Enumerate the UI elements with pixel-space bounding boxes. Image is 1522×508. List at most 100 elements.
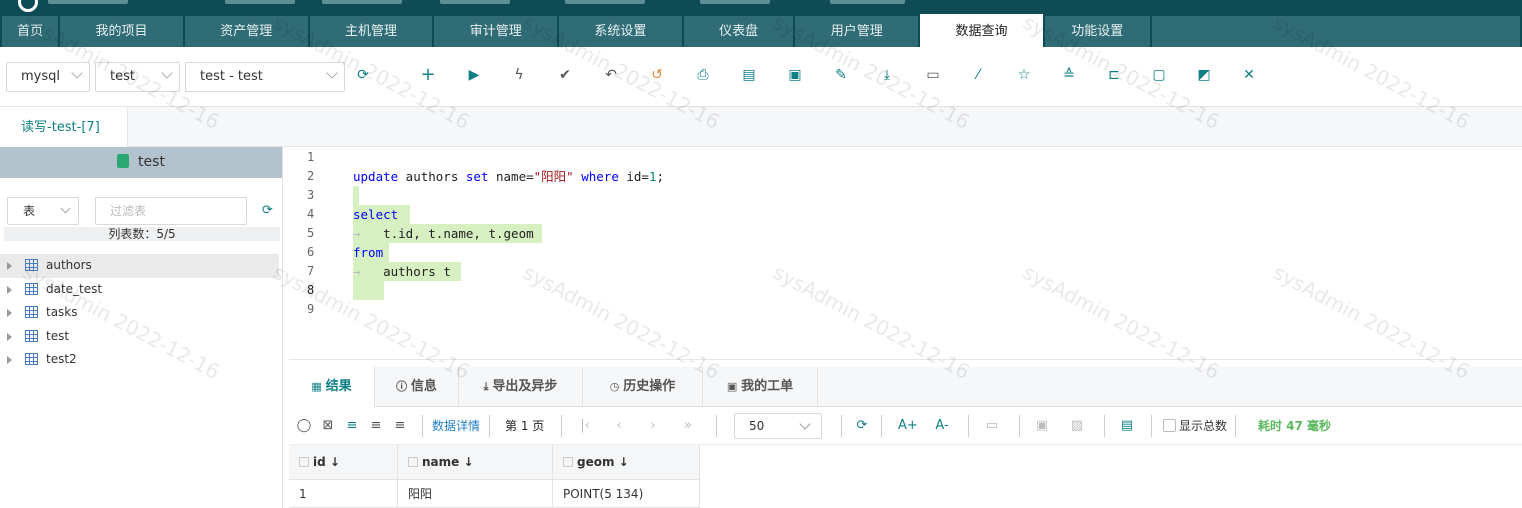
header-menu-item[interactable] <box>440 0 510 4</box>
refresh-icon[interactable]: ⟳ <box>854 418 870 434</box>
tools-icon[interactable]: ✕ <box>1241 67 1257 83</box>
column-header[interactable]: name ↓ <box>398 445 553 480</box>
expand-arrow-icon[interactable] <box>7 285 12 294</box>
image-icon[interactable]: ▭ <box>925 67 941 83</box>
db-type-select[interactable]: mysql <box>6 62 90 92</box>
header-menu-item[interactable] <box>700 0 770 4</box>
keyboard-icon[interactable]: ▭ <box>984 418 1000 434</box>
list-item[interactable]: test2 <box>0 348 283 372</box>
expand-arrow-icon[interactable] <box>7 332 12 341</box>
font-increase-icon[interactable]: A+ <box>898 418 918 434</box>
connection-select[interactable]: test - test <box>185 62 345 92</box>
tab-info[interactable]: ⓘ 信息 <box>375 367 459 407</box>
table-filter-input[interactable]: 过滤表 <box>95 197 247 225</box>
db-name: test <box>138 154 165 170</box>
tab-assets[interactable]: 资产管理 <box>184 16 308 47</box>
lightning-icon[interactable]: ϟ <box>511 67 527 83</box>
identifier: authors <box>398 169 466 184</box>
page-size-select[interactable]: 50 <box>734 413 822 439</box>
line-number: 3 <box>307 188 315 202</box>
add-icon[interactable]: + <box>420 66 436 84</box>
tab-my-projects[interactable]: 我的项目 <box>60 16 183 47</box>
expand-arrow-icon[interactable] <box>7 356 12 364</box>
tab-history[interactable]: ◷ 历史操作 <box>583 367 703 407</box>
download-icon[interactable]: ⤓ <box>879 67 895 83</box>
db-header[interactable]: test <box>0 147 282 178</box>
print-icon[interactable]: ⎙ <box>695 67 711 83</box>
data-detail-link[interactable]: 数据详情 <box>432 418 480 434</box>
expand-arrow-icon[interactable] <box>7 262 12 270</box>
add-row-icon[interactable]: ≡ <box>344 418 360 434</box>
deselect-icon[interactable]: ⊠ <box>320 418 336 434</box>
code-line: → t.id, t.name, t.geom <box>353 224 542 243</box>
identifier: name= <box>488 169 534 184</box>
export-icon[interactable]: ◩ <box>1196 67 1212 83</box>
object-kind-select[interactable]: 表 <box>7 197 79 225</box>
delete-row-icon[interactable]: ≡ <box>392 418 408 434</box>
list-item[interactable]: authors <box>0 254 279 278</box>
tab-feature-settings[interactable]: 功能设置 <box>1044 16 1150 47</box>
table-name: test <box>46 328 70 343</box>
database-select[interactable]: test <box>95 62 180 92</box>
selection-highlight <box>353 186 359 205</box>
column-header[interactable]: id ↓ <box>289 445 398 480</box>
header-menu-item[interactable] <box>322 0 402 4</box>
magic-wand-icon[interactable]: ⁄ <box>970 67 986 83</box>
refresh-icon[interactable]: ⟳ <box>355 67 371 83</box>
save-icon[interactable]: ▢ <box>1151 67 1167 83</box>
sort-icon[interactable]: ↓ <box>326 455 340 469</box>
image-icon[interactable]: ▨ <box>1069 418 1085 434</box>
folder-open-icon[interactable]: ⊏ <box>1106 67 1122 83</box>
indent-arrow-icon: → <box>353 264 361 279</box>
calendar-icon[interactable]: ▣ <box>787 67 803 83</box>
history-icon[interactable]: ↺ <box>649 67 665 83</box>
undo-icon[interactable]: ↶ <box>603 67 619 83</box>
column-header[interactable]: geom ↓ <box>553 445 700 480</box>
list-item[interactable]: test <box>0 325 283 349</box>
table-cell[interactable]: 1 <box>289 480 398 508</box>
list-item[interactable]: tasks <box>0 301 283 325</box>
header-menu-item[interactable] <box>225 0 295 4</box>
expand-arrow-icon[interactable] <box>7 309 12 317</box>
divider <box>1019 415 1020 437</box>
checkbox-icon[interactable]: ▣ <box>1034 418 1050 434</box>
tab-dashboard[interactable]: 仪表盘 <box>683 16 794 47</box>
first-page-icon[interactable]: |‹ <box>577 418 593 434</box>
table-cell[interactable]: POINT(5 134) <box>553 480 700 508</box>
select-all-icon[interactable]: ◯ <box>296 418 312 434</box>
sort-icon[interactable]: ↓ <box>459 455 473 469</box>
last-page-icon[interactable]: » <box>680 418 696 434</box>
tab-results[interactable]: ▦ 结果 <box>289 367 375 407</box>
pane-splitter[interactable] <box>289 359 1522 367</box>
show-total-checkbox[interactable] <box>1163 419 1176 432</box>
query-tab[interactable]: 读写-test-[7] <box>0 107 128 147</box>
next-page-icon[interactable]: › <box>645 418 661 434</box>
tab-system-settings[interactable]: 系统设置 <box>559 16 682 47</box>
line-number: 2 <box>307 169 315 183</box>
copy-icon[interactable]: ▤ <box>1119 418 1135 434</box>
tab-data-query[interactable]: 数据查询 <box>920 14 1043 47</box>
prev-page-icon[interactable]: ‹ <box>611 418 627 434</box>
run-icon[interactable]: ▶ <box>466 67 482 83</box>
tab-my-tickets[interactable]: ▣ 我的工单 <box>703 367 818 407</box>
star-icon[interactable]: ☆ <box>1016 67 1032 83</box>
sql-editor[interactable]: 1 2 3 4 5 6 7 8 9 update authors set nam… <box>289 147 1522 359</box>
tab-export[interactable]: ⤓ 导出及异步 <box>459 367 583 407</box>
clipboard-icon[interactable]: ▤ <box>741 67 757 83</box>
header-menu-item[interactable] <box>565 0 645 4</box>
tab-audit[interactable]: 审计管理 <box>434 16 558 47</box>
tab-home[interactable]: 首页 <box>2 16 59 47</box>
header-menu-item[interactable] <box>830 0 905 4</box>
sort-icon[interactable]: ↓ <box>614 455 629 469</box>
font-decrease-icon[interactable]: A- <box>934 418 950 434</box>
list-item[interactable]: date_test <box>0 278 283 302</box>
tab-users[interactable]: 用户管理 <box>795 16 919 47</box>
edit-file-icon[interactable]: ✎ <box>833 67 849 83</box>
table-cell[interactable]: 阳阳 <box>398 480 553 508</box>
stack-icon[interactable]: ≙ <box>1061 67 1077 83</box>
refresh-icon[interactable]: ⟳ <box>262 203 273 218</box>
database-value: test <box>110 69 135 84</box>
copy-row-icon[interactable]: ≡ <box>368 418 384 434</box>
tab-hosts[interactable]: 主机管理 <box>309 16 433 47</box>
check-icon[interactable]: ✔ <box>557 67 573 83</box>
